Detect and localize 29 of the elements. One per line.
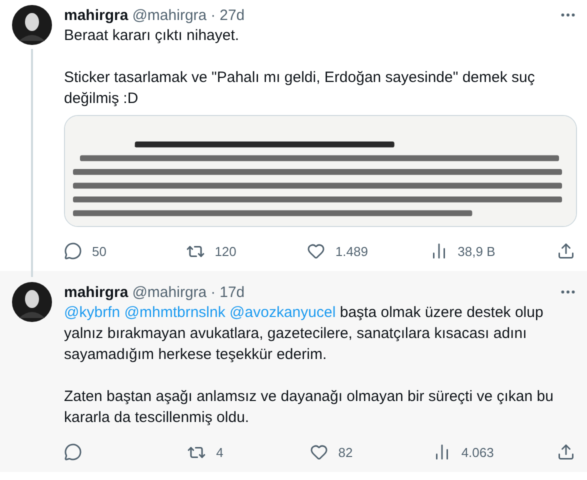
views-button[interactable]: 4.063 — [433, 443, 494, 461]
like-button[interactable]: 82 — [310, 443, 370, 461]
post-time[interactable]: 17d — [220, 284, 245, 300]
tweet-text: Zaten baştan aşağı anlamsız ve dayanağı olmayan bir süreçti ve çıkan bu kararla da tescillenmiş oldu. — [64, 387, 554, 428]
views-button[interactable]: 38,9 B — [430, 242, 496, 260]
heart-icon — [310, 443, 328, 461]
reply-icon — [64, 242, 82, 260]
heart-icon — [307, 242, 326, 260]
author-name[interactable]: mahirgra — [64, 6, 128, 24]
share-button[interactable] — [556, 242, 575, 260]
share-button[interactable] — [556, 443, 575, 461]
separator-dot: · — [210, 284, 216, 300]
retweet-button[interactable]: 120 — [186, 242, 246, 260]
reply-icon — [64, 443, 82, 461]
share-icon — [556, 443, 575, 461]
author-handle[interactable]: @mahirgra — [132, 6, 207, 24]
avatar[interactable] — [12, 5, 52, 45]
tweet-text: Sticker tasarlamak ve "Pahalı mı geldi, Erdoğan sayesinde" demek suç değilmiş :D — [64, 68, 536, 109]
tweet-text: Beraat kararı çıktı nihayet. — [64, 26, 240, 46]
author-handle[interactable]: @mahirgra — [132, 284, 207, 300]
avatar[interactable] — [12, 282, 52, 322]
like-button[interactable]: 1.489 — [307, 242, 368, 260]
separator-dot: · — [210, 6, 216, 24]
retweet-button[interactable]: 4 — [187, 442, 248, 462]
reply-button[interactable]: 50 — [64, 242, 124, 260]
tweet-text: @kybrfn @mhmtbrnslnk @avozkanyucel başta olmak üzere destek olup yalnız bırakmayan avukatlara, gazetecilere, sanatçılara kısacası adını sayamadığım herkese teşekkür ederim. — [64, 303, 544, 365]
share-icon — [556, 242, 575, 260]
author-name[interactable]: mahirgra — [64, 284, 128, 300]
post-time[interactable]: 27d — [220, 6, 245, 24]
